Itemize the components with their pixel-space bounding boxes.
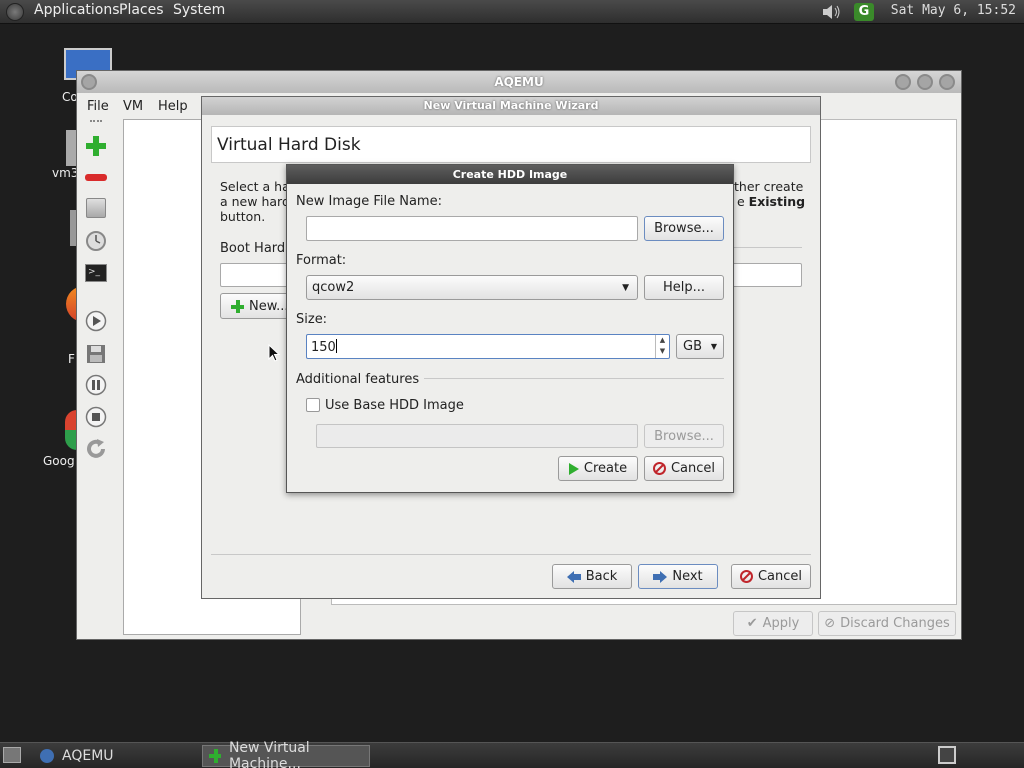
- apply-button[interactable]: ✔ Apply: [733, 611, 813, 636]
- clock[interactable]: Sat May 6, 15:52: [891, 3, 1016, 18]
- back-button[interactable]: Back: [552, 564, 632, 589]
- additional-features-separator: [424, 378, 724, 379]
- bottom-taskbar: AQEMU New Virtual Machine...: [0, 740, 1024, 768]
- drive-icon: [66, 130, 76, 166]
- desktop-icon-label: vm3: [52, 166, 79, 180]
- add-vm-icon[interactable]: [84, 134, 108, 158]
- group-separator: [732, 247, 802, 248]
- wizard-desc-line1-right: ther create: [734, 179, 804, 194]
- dropdown-arrow-icon: ▼: [710, 342, 717, 351]
- create-hdd-dialog: Create HDD Image New Image File Name: Br…: [286, 164, 734, 493]
- close-icon[interactable]: [939, 74, 955, 90]
- mouse-cursor-icon: [268, 343, 281, 366]
- text-cursor: [335, 339, 337, 353]
- size-label: Size:: [296, 312, 328, 327]
- wizard-titlebar[interactable]: New Virtual Machine Wizard: [202, 97, 820, 115]
- system-menu[interactable]: System: [173, 2, 225, 18]
- save-state-icon[interactable]: [84, 342, 108, 366]
- plus-icon: [231, 299, 244, 313]
- check-icon: ✔: [746, 616, 758, 631]
- window-menu-icon[interactable]: [81, 74, 97, 90]
- format-label: Format:: [296, 253, 347, 268]
- gnome-foot-icon[interactable]: [6, 3, 24, 21]
- discard-changes-button[interactable]: ⊘ Discard Changes: [818, 611, 956, 636]
- wizard-title: New Virtual Machine Wizard: [423, 99, 599, 112]
- task-aqemu[interactable]: AQEMU: [34, 745, 194, 767]
- discard-icon: ⊘: [824, 616, 836, 631]
- updates-icon[interactable]: G: [854, 3, 874, 21]
- workspace-switcher-icon[interactable]: [938, 746, 956, 764]
- aqemu-title: AQEMU: [494, 75, 544, 89]
- next-button[interactable]: Next: [638, 564, 718, 589]
- size-unit-value: GB: [683, 339, 702, 354]
- back-arrow-icon: [566, 570, 581, 583]
- clock-icon[interactable]: [84, 229, 108, 253]
- browse-button[interactable]: Browse...: [644, 216, 724, 241]
- remove-vm-icon[interactable]: [84, 166, 108, 190]
- start-icon[interactable]: [84, 309, 108, 333]
- format-value: qcow2: [312, 280, 355, 295]
- size-unit-select[interactable]: GB ▼: [676, 334, 724, 359]
- size-value: 150: [311, 340, 336, 355]
- dropdown-arrow-icon: ▼: [622, 282, 629, 293]
- cancel-icon: [652, 462, 666, 475]
- hdd-dialog-title: Create HDD Image: [452, 168, 568, 181]
- hdd-dialog-titlebar[interactable]: Create HDD Image: [287, 165, 733, 184]
- menu-help[interactable]: Help: [158, 99, 188, 114]
- filename-label: New Image File Name:: [296, 194, 442, 209]
- base-browse-button[interactable]: Browse...: [644, 424, 724, 448]
- menu-vm[interactable]: VM: [123, 99, 143, 114]
- places-menu[interactable]: Places: [119, 2, 164, 18]
- maximize-icon[interactable]: [917, 74, 933, 90]
- format-select[interactable]: qcow2 ▼: [306, 275, 638, 300]
- boot-hdd-path-field-right[interactable]: [732, 263, 802, 287]
- volume-icon[interactable]: [822, 4, 842, 20]
- base-hdd-path-field[interactable]: [316, 424, 638, 448]
- wizard-desc-line3: button.: [220, 209, 266, 224]
- wizard-desc-line2-right: e Existing: [737, 194, 806, 209]
- terminal-icon[interactable]: >_: [84, 261, 108, 285]
- pause-icon[interactable]: [84, 373, 108, 397]
- task-new-vm-wizard[interactable]: New Virtual Machine...: [202, 740, 370, 768]
- wizard-desc-line1-left: Select a ha: [220, 179, 290, 194]
- forward-arrow-icon: [653, 570, 668, 583]
- wizard-desc-line2-left: a new hard: [220, 194, 290, 209]
- spin-arrows-icon[interactable]: ▲ ▼: [655, 335, 669, 358]
- hdd-cancel-button[interactable]: Cancel: [644, 456, 724, 481]
- stop-icon[interactable]: [84, 405, 108, 429]
- filename-input[interactable]: [306, 216, 638, 241]
- additional-features-label: Additional features: [296, 372, 420, 387]
- hdd-icon[interactable]: [84, 196, 108, 220]
- menu-file[interactable]: File: [87, 99, 109, 114]
- plus-icon: [209, 749, 221, 763]
- aqemu-titlebar[interactable]: AQEMU: [77, 71, 961, 93]
- desktop-icon-vm3[interactable]: vm3: [52, 130, 78, 180]
- desktop-icon-label: Goog: [43, 454, 75, 468]
- format-help-button[interactable]: Help...: [644, 275, 724, 300]
- create-button[interactable]: Create: [558, 456, 638, 481]
- reset-icon[interactable]: [84, 437, 108, 461]
- show-desktop-icon[interactable]: [3, 747, 21, 763]
- wizard-bottom-separator: [211, 554, 811, 555]
- size-spinbox[interactable]: 150 ▲ ▼: [306, 334, 670, 359]
- cancel-icon: [739, 570, 753, 583]
- wizard-cancel-button[interactable]: Cancel: [731, 564, 811, 589]
- toolbar-handle-icon: [90, 120, 102, 124]
- applications-menu[interactable]: Applications: [34, 2, 120, 18]
- use-base-hdd-label[interactable]: Use Base HDD Image: [325, 398, 464, 413]
- wizard-page-heading: Virtual Hard Disk: [211, 126, 811, 163]
- boot-hard-disk-label: Boot Hard: [220, 241, 286, 256]
- play-icon: [568, 462, 579, 475]
- top-panel: Applications Places System G Sat May 6, …: [0, 0, 1024, 24]
- minimize-icon[interactable]: [895, 74, 911, 90]
- aqemu-app-icon: [40, 749, 54, 763]
- desktop-icon-chrome[interactable]: Goog: [43, 410, 77, 468]
- use-base-hdd-checkbox[interactable]: [306, 398, 320, 412]
